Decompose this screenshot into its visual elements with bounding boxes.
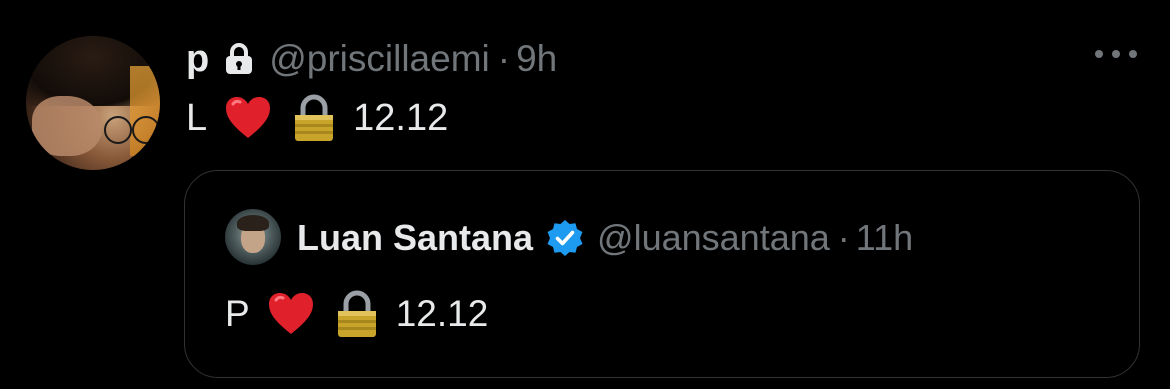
tweet[interactable]: p @priscillaemi · 9h L 12.12 Luan Santan… xyxy=(0,0,1170,389)
quoted-avatar-hair xyxy=(237,215,269,231)
tweet-header: p @priscillaemi · 9h xyxy=(186,34,557,84)
quoted-author-avatar[interactable] xyxy=(225,209,281,265)
quoted-tweet-card[interactable]: Luan Santana @luansantana · 11h P 12.12 xyxy=(184,170,1140,378)
quoted-tweet-header: Luan Santana @luansantana · 11h xyxy=(297,213,913,263)
tweet-text-letter: L xyxy=(186,96,208,139)
avatar-glasses xyxy=(102,116,160,144)
author-avatar[interactable] xyxy=(26,36,160,170)
verified-icon xyxy=(545,218,585,258)
separator-dot: · xyxy=(497,38,511,79)
heart-emoji xyxy=(266,290,316,338)
padlock-emoji xyxy=(332,290,382,338)
avatar-hand xyxy=(32,96,102,156)
padlock-emoji xyxy=(289,94,339,142)
quoted-author-handle[interactable]: @luansantana xyxy=(597,217,830,259)
quoted-separator-dot: · xyxy=(837,217,850,258)
heart-emoji xyxy=(223,94,273,142)
quoted-tweet-text: P 12.12 xyxy=(225,287,488,341)
more-options-icon[interactable] xyxy=(1095,46,1137,62)
lock-icon xyxy=(225,43,253,75)
tweet-text-number: 12.12 xyxy=(353,96,449,139)
quoted-tweet-timestamp[interactable]: 11h xyxy=(856,217,913,259)
tweet-timestamp[interactable]: 9h xyxy=(516,38,557,80)
quoted-author-display-name[interactable]: Luan Santana xyxy=(297,217,533,259)
author-handle[interactable]: @priscillaemi xyxy=(269,38,490,80)
quoted-text-number: 12.12 xyxy=(395,293,489,334)
quoted-text-letter: P xyxy=(225,293,250,334)
author-display-name[interactable]: p xyxy=(186,38,209,81)
tweet-text: L 12.12 xyxy=(186,92,448,144)
